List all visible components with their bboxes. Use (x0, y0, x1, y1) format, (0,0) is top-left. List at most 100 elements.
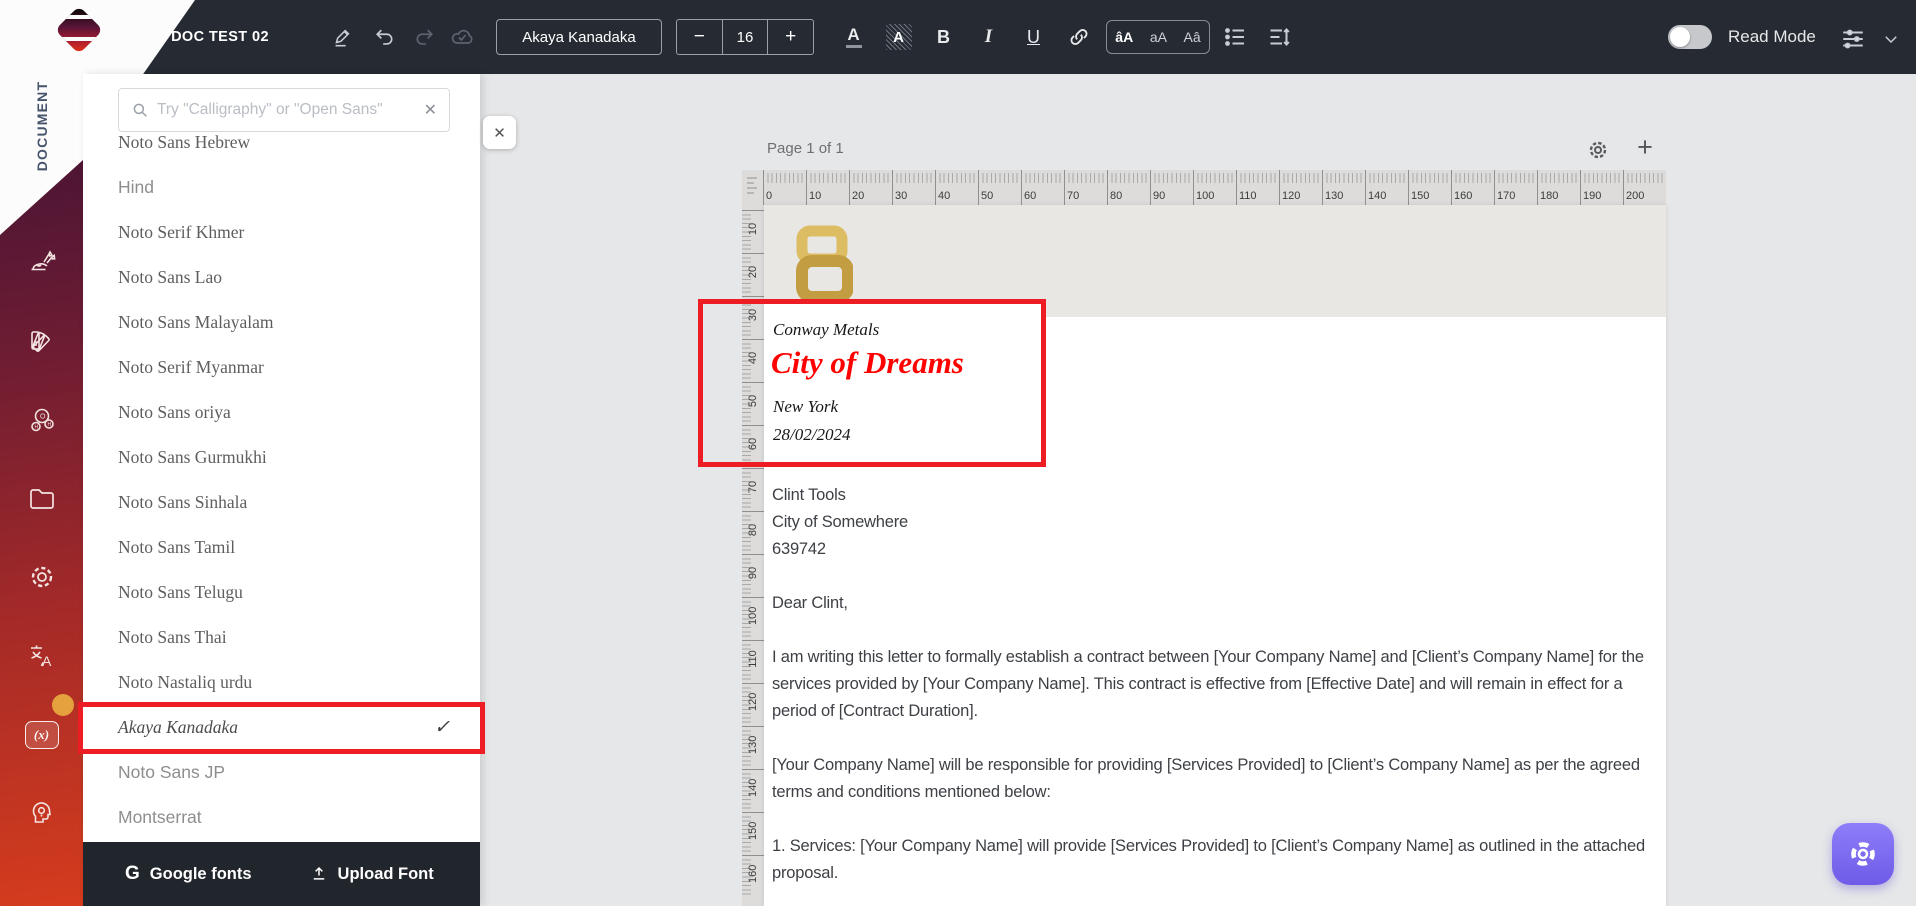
h-ruler-label: 40 (935, 170, 978, 205)
redo-icon[interactable] (409, 22, 439, 52)
font-list-item[interactable]: Montserrat (83, 795, 480, 840)
font-list-item[interactable]: Noto Sans Tamil (83, 525, 480, 570)
font-list-item[interactable]: Noto Sans oriya (83, 390, 480, 435)
sidebar-item-idea[interactable] (25, 796, 59, 830)
v-ruler-label: 120 (742, 683, 764, 726)
font-list-item[interactable]: Noto Sans Hebrew (83, 132, 480, 165)
life-buoy-icon (1851, 842, 1875, 866)
company-logo-icon (795, 225, 854, 305)
h-ruler-label: 170 (1494, 170, 1537, 205)
bullet-list-icon[interactable] (1220, 22, 1250, 52)
font-list-item[interactable]: Noto Sans Telugu (83, 570, 480, 615)
h-ruler-label: 190 (1580, 170, 1623, 205)
font-list-item[interactable]: Noto Sans Sinhala (83, 480, 480, 525)
sidebar-item-translate[interactable]: A (25, 639, 59, 673)
h-ruler-label: 150 (1408, 170, 1451, 205)
highlight-color-button[interactable]: A (883, 20, 914, 54)
read-mode-toggle[interactable] (1668, 25, 1712, 49)
font-list-item[interactable]: Hind (83, 165, 480, 210)
font-list-item[interactable]: Noto Sans Gurmukhi (83, 435, 480, 480)
font-family-selector[interactable]: Akaya Kanadaka (496, 19, 662, 55)
v-ruler-label: 40 (742, 339, 764, 382)
svg-text:H: H (47, 422, 51, 428)
variables-icon: (x) (24, 721, 59, 749)
font-list-item[interactable]: Noto Serif Khmer (83, 210, 480, 255)
sidebar-item-folder[interactable] (25, 482, 59, 516)
app-window: Page 1 of 1 + 0 10 20 30 40 50 60 70 80 90 100 110 1… (0, 0, 1916, 906)
font-list-item[interactable]: Noto Nastaliq urdu (83, 660, 480, 705)
vertical-ruler[interactable]: 10 20 30 40 50 60 70 80 90 100 110 120 130 140 150 160 (742, 205, 764, 906)
h-ruler-label: 110 (1236, 170, 1279, 205)
v-ruler-label: 140 (742, 769, 764, 812)
h-ruler-label: 160 (1451, 170, 1494, 205)
google-fonts-button[interactable]: G Google fonts (125, 863, 252, 885)
letterhead-band (764, 205, 1666, 317)
search-clear-icon[interactable]: ✕ (424, 100, 437, 120)
letter-paragraph[interactable]: 1. Services: [Your Company Name] will pr… (772, 833, 1656, 887)
undo-icon[interactable] (370, 22, 400, 52)
salutation[interactable]: Dear Clint, (772, 590, 1656, 617)
bold-button[interactable]: B (928, 20, 959, 54)
document-page[interactable]: Conway Metals City of Dreams New York 28… (764, 205, 1666, 906)
horizontal-ruler[interactable]: 0 10 20 30 40 50 60 70 80 90 100 110 120 130 140 150 160… (758, 170, 1666, 205)
sidebar-item-molecule[interactable]: OH H (25, 403, 59, 437)
font-size-decrease-button[interactable]: − (677, 20, 722, 54)
font-picker-panel: ✕ Noto Sans HebrewHindNoto Serif KhmerNo… (83, 74, 480, 906)
font-list-item[interactable]: Noto Sans JP (83, 750, 480, 795)
add-page-button[interactable]: + (1632, 132, 1658, 162)
sidebar-item-art-tools[interactable] (25, 246, 59, 280)
h-ruler-label: 70 (1064, 170, 1107, 205)
help-fab-button[interactable] (1832, 823, 1894, 885)
svg-text:A: A (42, 653, 52, 669)
cloud-save-icon[interactable] (447, 22, 477, 52)
text-case-option[interactable]: Aâ (1184, 29, 1201, 45)
chevron-down-icon[interactable] (1876, 24, 1906, 54)
svg-text:O: O (40, 414, 46, 421)
h-ruler-label: 60 (1021, 170, 1064, 205)
text-case-option[interactable]: âA (1115, 29, 1133, 45)
text-case-group: âA aA Aâ (1106, 20, 1210, 54)
letter-body[interactable]: Clint Tools City of Somewhere 639742 Dear… (772, 482, 1656, 906)
recipient-block[interactable]: Clint Tools City of Somewhere 639742 (772, 482, 1656, 563)
sidebar-item-variables[interactable]: (x) (24, 718, 59, 752)
font-list-item[interactable]: Noto Sans Malayalam (83, 300, 480, 345)
font-size-increase-button[interactable]: + (768, 20, 813, 54)
h-ruler-label: 50 (978, 170, 1021, 205)
letterhead-date[interactable]: 28/02/2024 (773, 425, 850, 445)
v-ruler-label: 80 (742, 511, 764, 554)
line-spacing-icon[interactable] (1264, 22, 1294, 52)
format-group: A A B I U (838, 18, 1094, 56)
text-case-option[interactable]: aA (1150, 29, 1167, 45)
edit-pencil-icon[interactable] (327, 22, 357, 52)
font-list-item[interactable]: Noto Sans Thai (83, 615, 480, 660)
font-list-item[interactable]: Noto Serif Myanmar (83, 345, 480, 390)
h-ruler-label: 10 (806, 170, 849, 205)
h-ruler-label: 30 (892, 170, 935, 205)
letter-paragraph[interactable]: I am writing this letter to formally est… (772, 644, 1656, 725)
underline-button[interactable]: U (1018, 20, 1049, 54)
letterhead-city[interactable]: New York (773, 397, 838, 417)
panel-close-button[interactable]: ✕ (483, 116, 516, 149)
h-ruler-label: 140 (1365, 170, 1408, 205)
font-list-item[interactable]: Noto Sans Lao (83, 255, 480, 300)
insert-link-icon[interactable] (1063, 20, 1094, 54)
italic-button[interactable]: I (973, 20, 1004, 54)
sidebar-item-settings[interactable] (25, 560, 59, 594)
letterhead-company[interactable]: Conway Metals (773, 320, 879, 340)
text-color-button[interactable]: A (838, 20, 869, 54)
letterhead-title[interactable]: City of Dreams (771, 345, 964, 381)
sidebar-item-color-swatches[interactable] (25, 325, 59, 359)
view-settings-sliders-icon[interactable] (1838, 24, 1868, 54)
h-ruler-label: 90 (1150, 170, 1193, 205)
v-ruler-label: 20 (742, 253, 764, 296)
font-size-value[interactable]: 16 (723, 20, 768, 54)
page-settings-gear-icon[interactable] (1586, 138, 1610, 162)
sidebar-section-label: DOCUMENT (34, 80, 50, 172)
h-ruler-label: 0 (763, 170, 806, 205)
h-ruler-label: 100 (1193, 170, 1236, 205)
letter-paragraph[interactable]: [Your Company Name] will be responsible … (772, 752, 1656, 806)
font-list-item[interactable]: Akaya Kanadaka ✓ (83, 705, 480, 750)
search-icon (133, 103, 147, 117)
upload-font-button[interactable]: Upload Font (310, 865, 434, 884)
font-search-input[interactable] (157, 101, 416, 119)
